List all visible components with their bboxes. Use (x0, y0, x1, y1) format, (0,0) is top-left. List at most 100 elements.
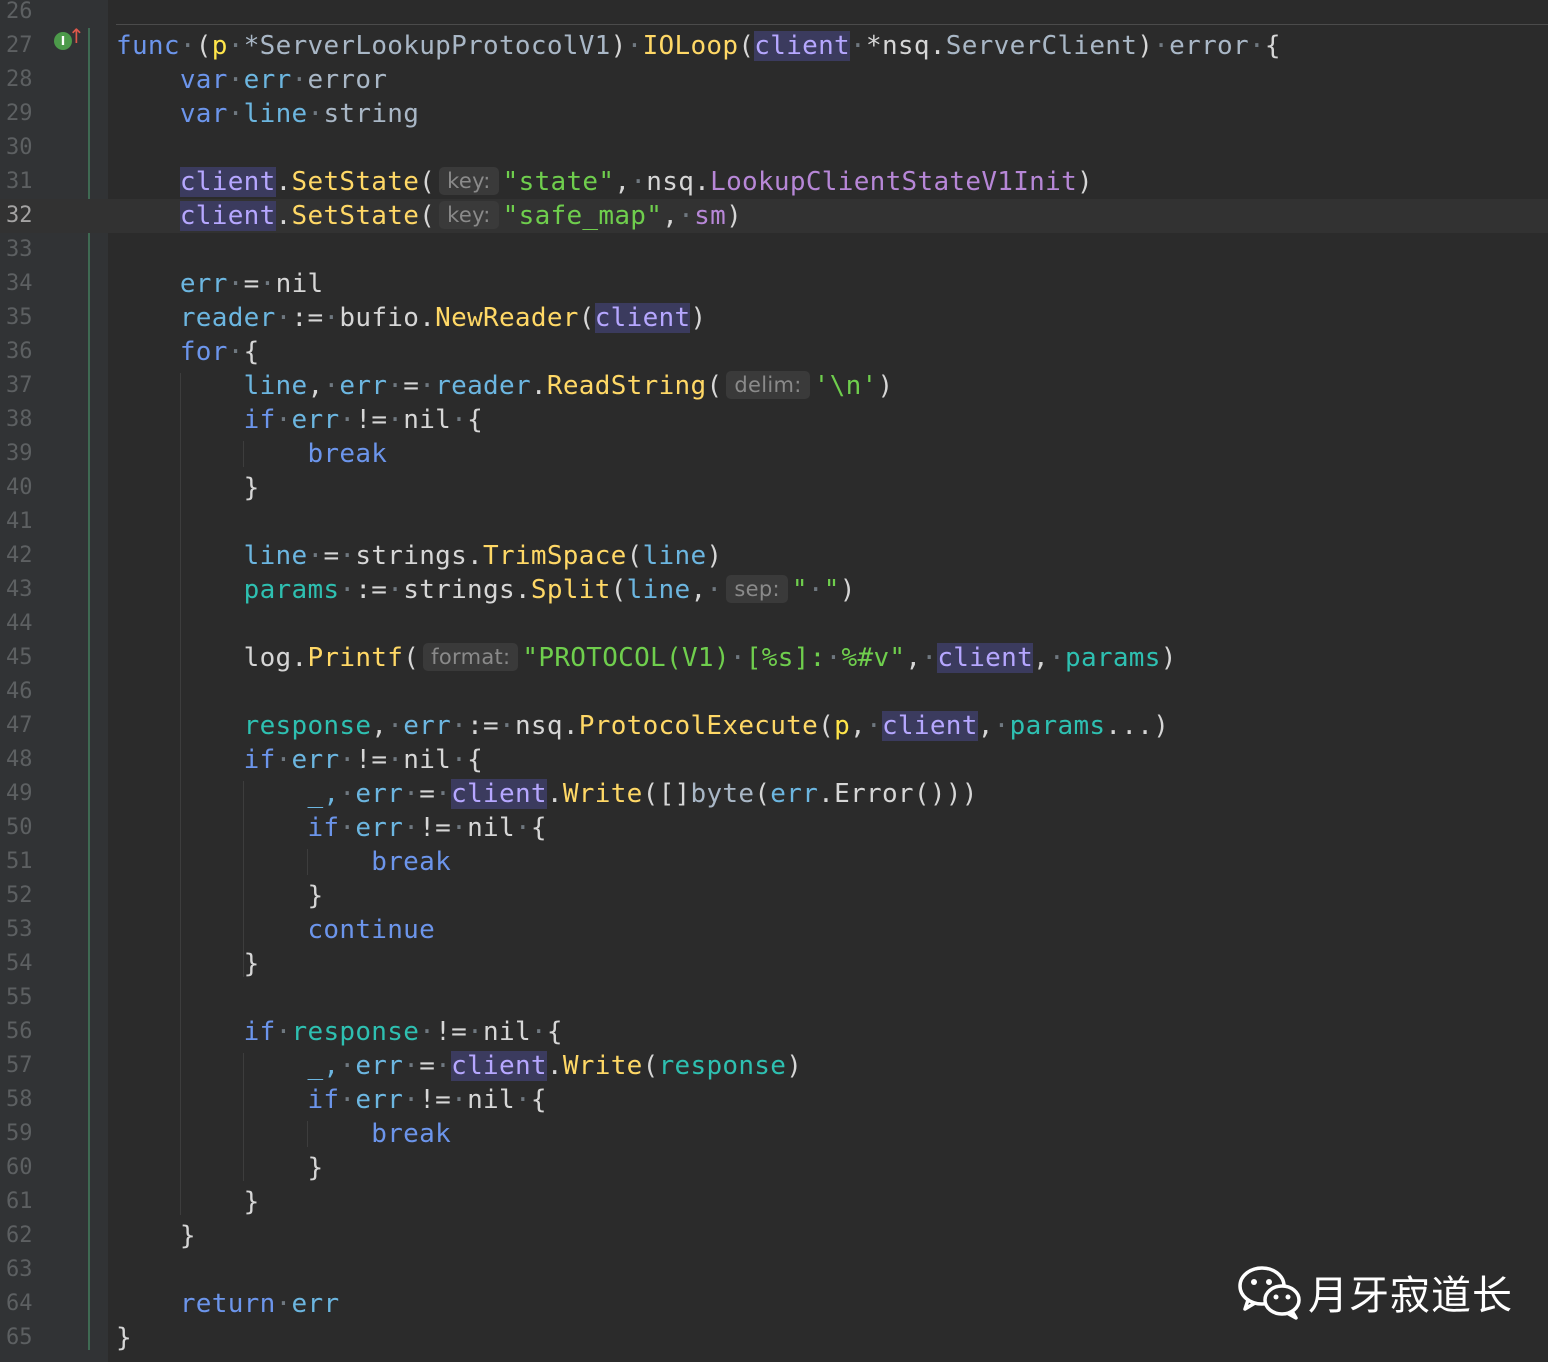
code-text[interactable]: if·err·!=·nil·{ (116, 1083, 547, 1117)
code-text[interactable]: err·=·nil (116, 267, 323, 301)
code-text[interactable]: } (116, 1185, 260, 1219)
code-line[interactable]: 38 if·err·!=·nil·{ (0, 403, 1548, 437)
code-line[interactable]: 44 (0, 607, 1548, 641)
code-text[interactable]: } (116, 947, 260, 981)
code-line[interactable]: 42 line·=·strings.TrimSpace(line) (0, 539, 1548, 573)
code-text[interactable]: break (116, 1117, 451, 1151)
line-number[interactable]: 47 (0, 709, 64, 743)
line-number[interactable]: 65 (0, 1321, 64, 1355)
line-number[interactable]: 57 (0, 1049, 64, 1083)
code-line[interactable]: 40 } (0, 471, 1548, 505)
line-number[interactable]: 40 (0, 471, 64, 505)
code-line[interactable]: 47 response,·err·:=·nsq.ProtocolExecute(… (0, 709, 1548, 743)
code-line[interactable]: 43 params·:=·strings.Split(line,· sep: "·"… (0, 573, 1548, 607)
code-line[interactable]: 57 _,·err·=·client.Write(response) (0, 1049, 1548, 1083)
line-number[interactable]: 31 (0, 165, 64, 199)
code-line[interactable]: 54 } (0, 947, 1548, 981)
line-number[interactable]: 41 (0, 505, 64, 539)
code-line[interactable]: 48 if·err·!=·nil·{ (0, 743, 1548, 777)
code-text[interactable]: continue (116, 913, 435, 947)
code-line[interactable]: 39 break (0, 437, 1548, 471)
line-number[interactable]: 32 (0, 199, 64, 233)
line-number[interactable]: 34 (0, 267, 64, 301)
code-line[interactable]: 32 client.SetState(key: "safe_map",·sm) (0, 199, 1548, 233)
line-number[interactable]: 48 (0, 743, 64, 777)
code-line[interactable]: 58 if·err·!=·nil·{ (0, 1083, 1548, 1117)
code-text[interactable]: client.SetState(key: "state",·nsq.LookupC… (116, 165, 1093, 199)
line-number[interactable]: 54 (0, 947, 64, 981)
code-text[interactable]: var·line·string (116, 97, 419, 131)
code-text[interactable]: line,·err·=·reader.ReadString(delim: '\n'… (116, 369, 893, 403)
code-text[interactable]: func·(p·*ServerLookupProtocolV1)·IOLoop(… (116, 29, 1281, 63)
code-line[interactable]: 61 } (0, 1185, 1548, 1219)
code-line[interactable]: 55 (0, 981, 1548, 1015)
code-line[interactable]: 28 var·err·error (0, 63, 1548, 97)
code-line[interactable]: 35 reader·:=·bufio.NewReader(client) (0, 301, 1548, 335)
code-text[interactable]: break (116, 437, 387, 471)
code-line[interactable]: 65} (0, 1321, 1548, 1355)
line-number[interactable]: 49 (0, 777, 64, 811)
code-line[interactable]: 62 } (0, 1219, 1548, 1253)
code-line[interactable]: 49 _,·err·=·client.Write([]byte(err.Erro… (0, 777, 1548, 811)
code-text[interactable]: break (116, 845, 451, 879)
code-text[interactable]: client.SetState(key: "safe_map",·sm) (116, 199, 742, 233)
line-number[interactable]: 33 (0, 233, 64, 267)
code-text[interactable]: if·err·!=·nil·{ (116, 403, 483, 437)
line-number[interactable]: 60 (0, 1151, 64, 1185)
code-text[interactable]: } (116, 1151, 323, 1185)
code-line[interactable]: 56 if·response·!=·nil·{ (0, 1015, 1548, 1049)
line-number[interactable]: 46 (0, 675, 64, 709)
code-line[interactable]: 46 (0, 675, 1548, 709)
code-line[interactable]: 30 (0, 131, 1548, 165)
line-number[interactable]: 42 (0, 539, 64, 573)
code-text[interactable]: reader·:=·bufio.NewReader(client) (116, 301, 706, 335)
line-number[interactable]: 44 (0, 607, 64, 641)
code-text[interactable]: if·err·!=·nil·{ (116, 811, 547, 845)
line-number[interactable]: 50 (0, 811, 64, 845)
line-number[interactable]: 63 (0, 1253, 64, 1287)
line-number[interactable]: 38 (0, 403, 64, 437)
code-line[interactable]: 34 err·=·nil (0, 267, 1548, 301)
code-line[interactable]: 45 log.Printf(format: "PROTOCOL(V1)·[%s]:… (0, 641, 1548, 675)
code-editor[interactable]: I ↑ 26 27 func·(p·*ServerLookupProtocolV1)… (0, 0, 1548, 1362)
code-line[interactable]: 60 } (0, 1151, 1548, 1185)
code-text[interactable]: } (116, 879, 323, 913)
code-text[interactable]: if·response·!=·nil·{ (116, 1015, 563, 1049)
code-line[interactable]: 33 (0, 233, 1548, 267)
code-text[interactable]: } (116, 1219, 196, 1253)
code-text[interactable]: if·err·!=·nil·{ (116, 743, 483, 777)
code-line[interactable]: 41 (0, 505, 1548, 539)
code-text[interactable]: log.Printf(format: "PROTOCOL(V1)·[%s]:·%#… (116, 641, 1177, 675)
code-line[interactable]: 27 func·(p·*ServerLookupProtocolV1)·IOLoo… (0, 29, 1548, 63)
code-text[interactable]: _,·err·=·client.Write(response) (116, 1049, 802, 1083)
code-text[interactable]: } (116, 471, 260, 505)
line-number[interactable]: 61 (0, 1185, 64, 1219)
code-line[interactable]: 52 } (0, 879, 1548, 913)
line-number[interactable]: 64 (0, 1287, 64, 1321)
line-number[interactable]: 45 (0, 641, 64, 675)
line-number[interactable]: 53 (0, 913, 64, 947)
code-line[interactable]: 29 var·line·string (0, 97, 1548, 131)
code-line[interactable]: 51 break (0, 845, 1548, 879)
line-number[interactable]: 52 (0, 879, 64, 913)
line-number[interactable]: 58 (0, 1083, 64, 1117)
code-line[interactable]: 53 continue (0, 913, 1548, 947)
code-text[interactable]: params·:=·strings.Split(line,· sep: "·") (116, 573, 856, 607)
line-number[interactable]: 62 (0, 1219, 64, 1253)
code-line[interactable]: 31 client.SetState(key: "state",·nsq.Look… (0, 165, 1548, 199)
line-number[interactable]: 39 (0, 437, 64, 471)
code-text[interactable]: line·=·strings.TrimSpace(line) (116, 539, 722, 573)
code-text[interactable]: for·{ (116, 335, 260, 369)
line-number[interactable]: 37 (0, 369, 64, 403)
code-text[interactable]: _,·err·=·client.Write([]byte(err.Error()… (116, 777, 978, 811)
line-number[interactable]: 27 (0, 29, 64, 63)
line-number[interactable]: 55 (0, 981, 64, 1015)
line-number[interactable]: 59 (0, 1117, 64, 1151)
code-line[interactable]: 50 if·err·!=·nil·{ (0, 811, 1548, 845)
line-number[interactable]: 43 (0, 573, 64, 607)
code-line[interactable]: 36 for·{ (0, 335, 1548, 369)
line-number[interactable]: 51 (0, 845, 64, 879)
code-text[interactable]: response,·err·:=·nsq.ProtocolExecute(p,·… (116, 709, 1169, 743)
code-text[interactable]: var·err·error (116, 63, 387, 97)
code-text[interactable]: return·err (116, 1287, 339, 1321)
